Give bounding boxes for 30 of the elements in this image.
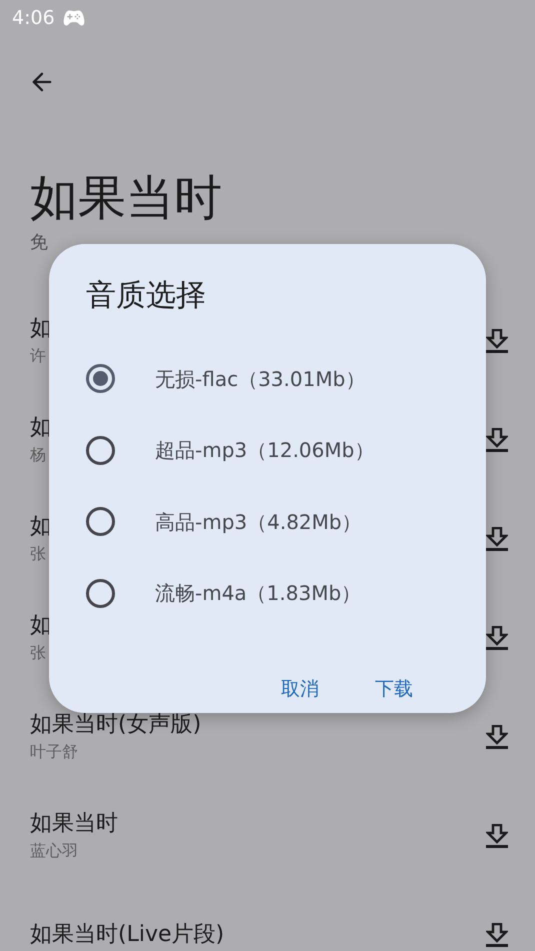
dialog-title: 音质选择 <box>86 277 207 315</box>
radio-button[interactable] <box>86 364 115 394</box>
download-icon[interactable] <box>486 328 508 352</box>
status-time: 4:06 <box>12 6 55 31</box>
dialog-button[interactable]: 取消 <box>265 669 335 710</box>
dialog-button[interactable]: 下载 <box>359 669 429 710</box>
song-artist: 许 <box>30 344 47 366</box>
option-label[interactable]: 超品-mp3（12.06Mb） <box>155 435 374 466</box>
option-label[interactable]: 流畅-m4a（1.83Mb） <box>155 578 362 608</box>
song-artist: 张 <box>30 542 47 564</box>
song-title[interactable]: 如果当时 <box>30 808 118 838</box>
song-artist: 叶子舒 <box>30 740 79 762</box>
option-label[interactable]: 高品-mp3（4.82Mb） <box>155 506 362 537</box>
download-icon[interactable] <box>486 526 508 550</box>
page-subtitle: 免 <box>30 231 49 255</box>
radio-button[interactable] <box>86 578 115 608</box>
radio-button[interactable] <box>86 436 115 465</box>
radio-button[interactable] <box>86 507 115 536</box>
download-icon[interactable] <box>486 824 508 848</box>
download-icon[interactable] <box>486 724 508 748</box>
download-icon[interactable] <box>486 922 508 946</box>
page-title: 如果当时 <box>30 169 223 228</box>
song-title[interactable]: 如果当时(女声版) <box>30 710 202 740</box>
song-title[interactable]: 如果当时(Live片段) <box>30 920 224 950</box>
song-artist: 蓝心羽 <box>30 840 79 862</box>
download-icon[interactable] <box>486 428 508 452</box>
option-label[interactable]: 无损-flac（33.01Mb） <box>155 364 366 394</box>
song-artist: 杨 <box>30 444 47 466</box>
song-artist: 张 <box>30 642 47 664</box>
download-icon[interactable] <box>486 626 508 650</box>
